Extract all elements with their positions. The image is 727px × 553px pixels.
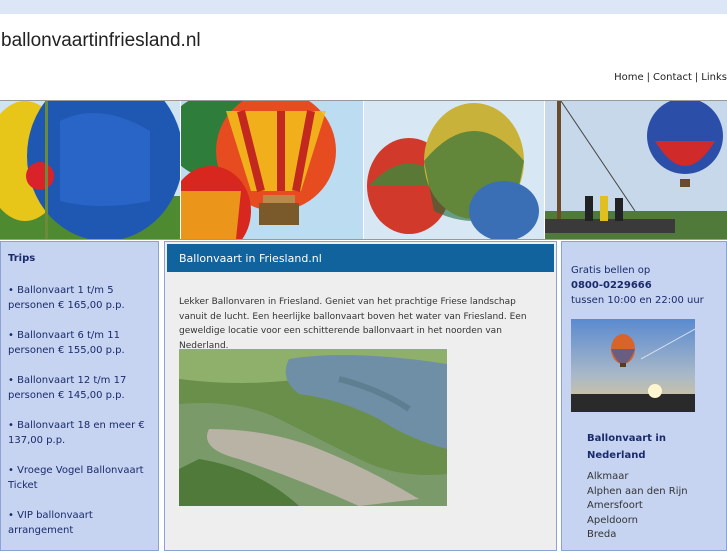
trip-item[interactable]: • Ballonvaart 1 t/m 5 personen € 165,00 … (8, 283, 148, 313)
trip-item[interactable]: • Ballonvaart 12 t/m 17 personen € 145,0… (8, 373, 148, 403)
city-link[interactable]: Apeldoorn (587, 514, 688, 529)
trips-list: • Ballonvaart 1 t/m 5 personen € 165,00 … (8, 283, 148, 553)
site-title: ballonvaartinfriesland.nl (1, 30, 201, 51)
aerial-photo (179, 349, 447, 506)
contact-block: Gratis bellen op 0800-0229666 tussen 10:… (571, 263, 704, 308)
city-link[interactable]: Alkmaar (587, 470, 688, 485)
nav-home-link[interactable]: Home (614, 72, 644, 83)
top-strip (0, 0, 727, 14)
banner-photos (0, 100, 727, 240)
banner-photo-balloon-basket (181, 101, 364, 239)
nav-links-link[interactable]: Links (701, 72, 727, 83)
main-heading-bar: Ballonvaart in Friesland.nl (167, 244, 554, 272)
banner-photo-balloons-field (0, 101, 182, 239)
contact-line: Gratis bellen op (571, 265, 651, 276)
nav-contact-link[interactable]: Contact (653, 72, 692, 83)
trip-item[interactable]: • Vroege Vogel Ballonvaart Ticket (8, 463, 148, 493)
nav-separator: | (646, 72, 651, 83)
trip-item[interactable]: • Ballonvaart 18 en meer € 137,00 p.p. (8, 418, 148, 448)
trips-title: Trips (8, 253, 36, 264)
intro-text: Lekker Ballonvaren in Friesland. Geniet … (179, 297, 527, 351)
sunset-balloon-photo (571, 319, 695, 412)
top-navigation: Home | Contact | Links (614, 72, 727, 83)
banner-photo-boat-balloon (544, 101, 727, 239)
nederland-title: Ballonvaart in Nederland (587, 433, 666, 461)
contact-hours: tussen 10:00 en 22:00 uur (571, 295, 704, 306)
city-link[interactable]: Breda (587, 528, 688, 543)
main-heading: Ballonvaart in Friesland.nl (179, 252, 322, 265)
city-link[interactable]: Amersfoort (587, 499, 688, 514)
city-link[interactable]: Alphen aan den Rijn (587, 485, 688, 500)
right-sidebar: Gratis bellen op 0800-0229666 tussen 10:… (561, 241, 727, 551)
banner-photo-balloons-sky (363, 101, 545, 239)
trip-item[interactable]: • VIP ballonvaart arrangement (8, 508, 148, 538)
trips-sidebar: Trips • Ballonvaart 1 t/m 5 personen € 1… (0, 241, 159, 551)
trip-item[interactable]: • Ballonvaart 6 t/m 11 personen € 155,00… (8, 328, 148, 358)
nav-separator: | (694, 72, 699, 83)
city-list: Alkmaar Alphen aan den Rijn Amersfoort A… (587, 470, 688, 543)
contact-phone[interactable]: 0800-0229666 (571, 278, 704, 293)
main-content: Ballonvaart in Friesland.nl Lekker Ballo… (164, 241, 557, 551)
